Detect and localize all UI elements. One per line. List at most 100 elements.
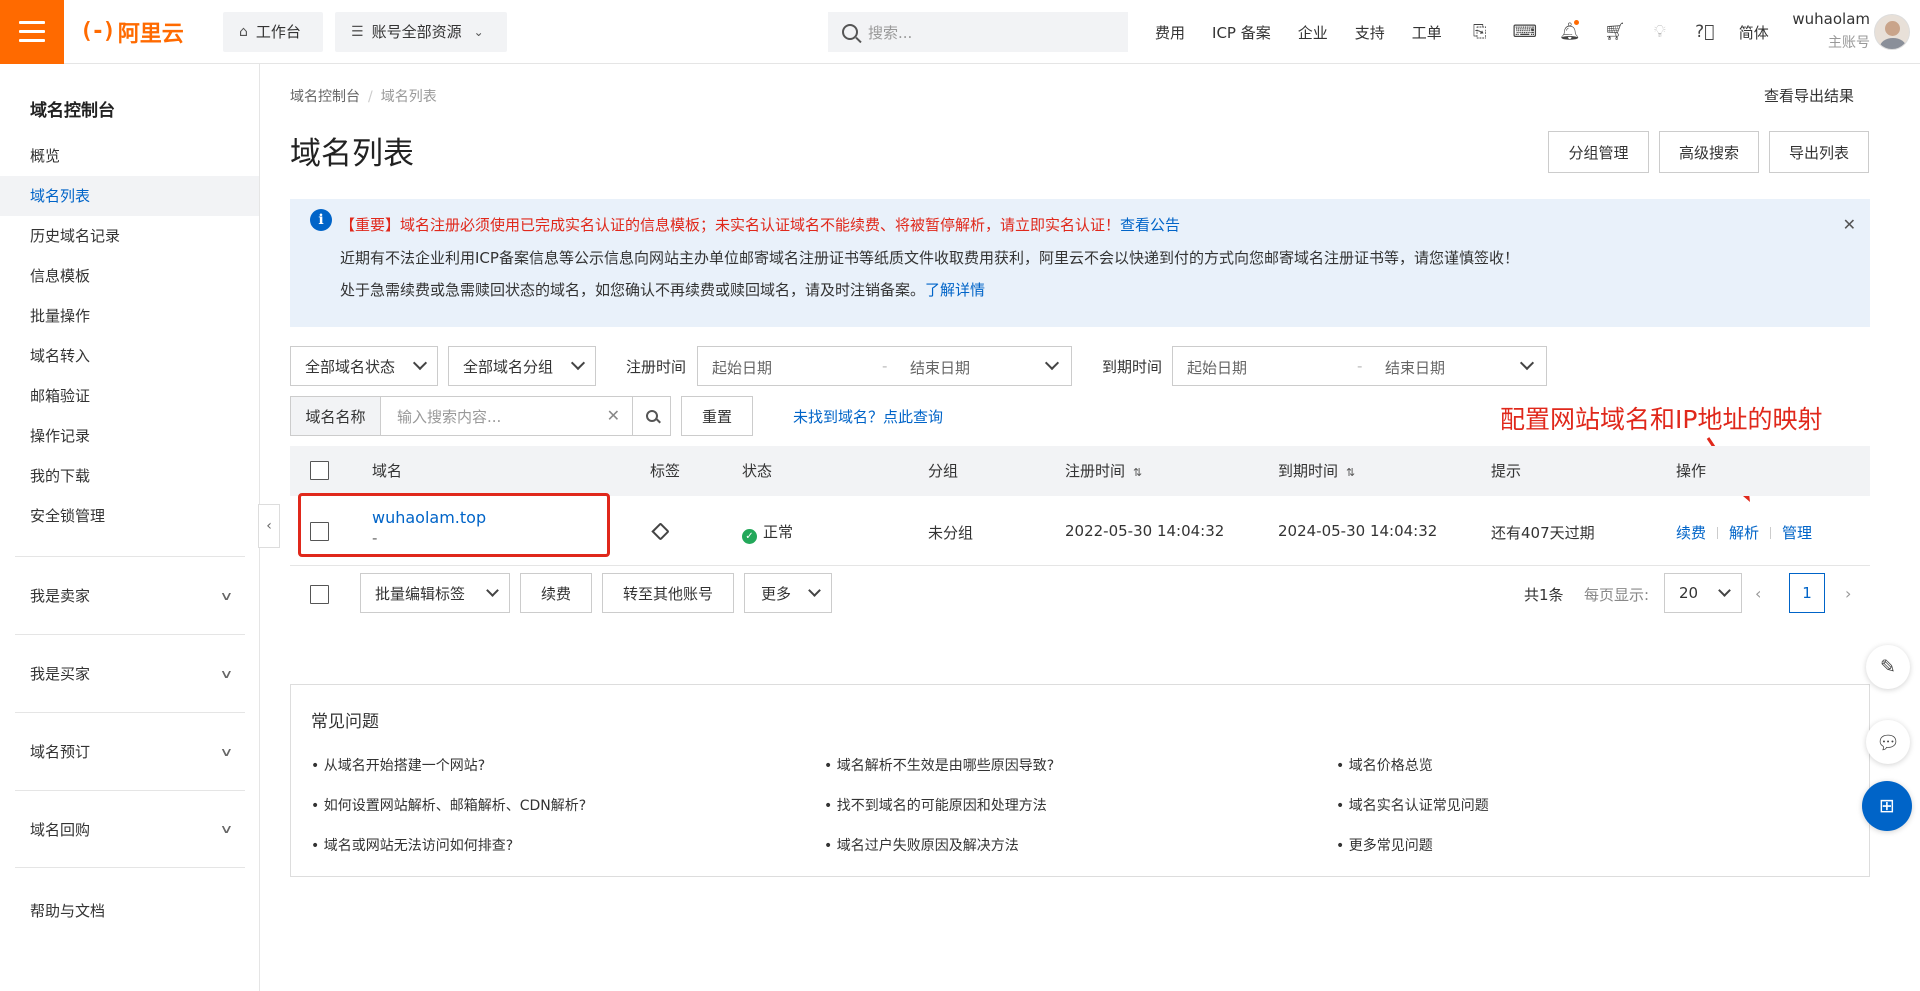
- sidebar-item-templates[interactable]: 信息模板: [0, 256, 259, 296]
- sidebar-item-downloads[interactable]: 我的下载: [0, 456, 259, 496]
- col-exp-time-label: 到期时间: [1278, 462, 1339, 480]
- notice-announcement-link[interactable]: 查看公告: [1120, 216, 1180, 234]
- reset-button[interactable]: 重置: [681, 396, 753, 436]
- col-tag: 标签: [650, 462, 681, 480]
- workbench-button[interactable]: ⌂ 工作台: [223, 11, 323, 52]
- faq-item[interactable]: • 域名解析不生效是由哪些原因导致?: [824, 755, 1054, 775]
- select-all-checkbox[interactable]: [310, 461, 329, 480]
- sidebar-item-history[interactable]: 历史域名记录: [0, 216, 259, 256]
- search-button[interactable]: [632, 397, 670, 435]
- batch-renew-button[interactable]: 续费: [520, 573, 592, 613]
- chat-icon[interactable]: 💬︎: [1866, 720, 1910, 764]
- faq-item[interactable]: • 如何设置网站解析、邮箱解析、CDN解析?: [311, 795, 586, 815]
- renew-link[interactable]: 续费: [1676, 524, 1706, 542]
- aliyun-logo[interactable]: (-) 阿里云: [80, 16, 200, 48]
- exp-date-range[interactable]: 起始日期 - 结束日期: [1172, 346, 1547, 386]
- breadcrumb-root[interactable]: 域名控制台: [290, 89, 360, 105]
- sidebar-item-transfer-in[interactable]: 域名转入: [0, 336, 259, 376]
- reg-range-sep: -: [882, 357, 888, 375]
- exp-end-date[interactable]: 结束日期: [1385, 357, 1445, 378]
- app-icon[interactable]: ⎘: [1469, 21, 1491, 43]
- sidebar-group-label: 域名预订: [30, 743, 91, 761]
- resource-scope-dropdown[interactable]: ☰ 账号全部资源 ⌄: [335, 11, 507, 52]
- export-result-link[interactable]: 查看导出结果: [1764, 85, 1854, 106]
- sidebar-group-buyback[interactable]: 域名回购 ∨: [15, 790, 245, 868]
- col-reg-time[interactable]: 注册时间 ⇅: [1065, 460, 1142, 481]
- faq-item[interactable]: • 域名或网站无法访问如何排查?: [311, 835, 513, 855]
- manage-link[interactable]: 管理: [1782, 524, 1812, 542]
- col-reg-time-label: 注册时间: [1065, 462, 1126, 480]
- nav-support[interactable]: 支持: [1355, 22, 1385, 43]
- exp-start-date[interactable]: 起始日期: [1187, 357, 1247, 378]
- group-manage-button[interactable]: 分组管理: [1548, 131, 1649, 173]
- terminal-icon[interactable]: ⌨: [1513, 21, 1538, 43]
- advanced-search-button[interactable]: 高级搜索: [1659, 131, 1759, 173]
- domain-not-found-link[interactable]: 未找到域名？点此查询: [793, 406, 943, 427]
- search-field-select[interactable]: 域名名称: [291, 397, 381, 435]
- domain-search-input[interactable]: 输入搜索内容... ✕: [381, 397, 632, 435]
- sidebar-collapse-button[interactable]: ‹: [258, 504, 280, 548]
- nav-icp[interactable]: ICP 备案: [1212, 22, 1271, 43]
- batch-tag-select[interactable]: 批量编辑标签: [360, 573, 510, 613]
- avatar[interactable]: [1874, 14, 1910, 50]
- sidebar-item-overview[interactable]: 概览: [0, 136, 259, 176]
- sidebar-item-security-lock[interactable]: 安全锁管理: [0, 496, 259, 536]
- sidebar-group-reserve[interactable]: 域名预订 ∨: [15, 712, 245, 790]
- tag-icon[interactable]: [651, 522, 670, 541]
- reg-date-range[interactable]: 起始日期 - 结束日期: [697, 346, 1072, 386]
- global-search-input[interactable]: 搜索...: [828, 12, 1128, 52]
- edit-feedback-icon[interactable]: ✎: [1866, 645, 1910, 689]
- nav-enterprise[interactable]: 企业: [1298, 22, 1328, 43]
- bottom-select-all-checkbox[interactable]: [310, 585, 329, 604]
- faq-item[interactable]: • 更多常见问题: [1336, 835, 1433, 855]
- export-list-button[interactable]: 导出列表: [1769, 131, 1869, 173]
- sidebar-item-op-log[interactable]: 操作记录: [0, 416, 259, 456]
- sidebar-item-domain-list[interactable]: 域名列表: [0, 176, 259, 216]
- page-size-select[interactable]: 20: [1664, 573, 1742, 613]
- notice-banner: i 【重要】域名注册必须使用已完成实名认证的信息模板；未实名认证域名不能续费、将…: [290, 199, 1870, 327]
- faq-item[interactable]: • 域名过户失败原因及解决方法: [824, 835, 1019, 855]
- user-info[interactable]: wuhaolam 主账号: [1790, 10, 1870, 52]
- sidebar-group-buyer[interactable]: 我是买家 ∨: [15, 634, 245, 712]
- domain-status-select[interactable]: 全部域名状态: [290, 346, 438, 386]
- notice-learn-more-link[interactable]: 了解详情: [925, 281, 985, 299]
- bell-icon[interactable]: 🔔︎: [1559, 20, 1581, 43]
- chevron-down-icon: [570, 355, 586, 371]
- page-size-value: 20: [1679, 584, 1699, 602]
- help-icon[interactable]: ?⃝: [1694, 21, 1716, 43]
- pagination-total: 共1条: [1524, 586, 1564, 604]
- faq-item[interactable]: • 域名价格总览: [1336, 755, 1433, 775]
- transfer-account-button[interactable]: 转至其他账号: [602, 573, 734, 613]
- sidebar-help-docs[interactable]: 帮助与文档: [30, 900, 105, 921]
- page-number-current[interactable]: 1: [1789, 573, 1825, 613]
- chevron-down-icon: [1519, 355, 1535, 371]
- reg-time-cell: 2022-05-30 14:04:32: [1065, 522, 1225, 540]
- col-exp-time[interactable]: 到期时间 ⇅: [1278, 460, 1355, 481]
- nav-ticket[interactable]: 工单: [1412, 22, 1442, 43]
- cart-icon[interactable]: 🛒︎: [1604, 21, 1626, 43]
- apps-grid-icon[interactable]: ⊞: [1862, 781, 1912, 831]
- hamburger-menu-button[interactable]: [0, 0, 64, 64]
- close-icon[interactable]: ✕: [1843, 215, 1856, 234]
- faq-item[interactable]: • 域名实名认证常见问题: [1336, 795, 1489, 815]
- faq-item[interactable]: • 找不到域名的可能原因和处理方法: [824, 795, 1047, 815]
- col-actions: 操作: [1676, 462, 1707, 480]
- nav-fees[interactable]: 费用: [1155, 22, 1185, 43]
- dns-resolve-link[interactable]: 解析: [1729, 524, 1759, 542]
- clear-icon[interactable]: ✕: [607, 406, 620, 425]
- more-actions-select[interactable]: 更多: [744, 573, 832, 613]
- domain-group-select[interactable]: 全部域名分组: [448, 346, 596, 386]
- notice-line-2: 近期有不法企业利用ICP备案信息等公示信息向网站主办单位邮寄域名注册证书等纸质文…: [340, 249, 1519, 267]
- language-switch[interactable]: 简体: [1739, 22, 1769, 43]
- sidebar: 域名控制台 概览 域名列表 历史域名记录 信息模板 批量操作 域名转入 邮箱验证…: [0, 64, 260, 991]
- notice-line-3: 处于急需续费或急需赎回状态的域名，如您确认不再续费或赎回域名，请及时注销备案。了…: [340, 279, 985, 300]
- sidebar-item-email-verify[interactable]: 邮箱验证: [0, 376, 259, 416]
- reg-end-date[interactable]: 结束日期: [910, 357, 970, 378]
- faq-item[interactable]: • 从域名开始搭建一个网站?: [311, 755, 485, 775]
- next-page-icon[interactable]: ›: [1845, 584, 1851, 603]
- lightbulb-icon[interactable]: 💡︎: [1649, 21, 1671, 43]
- sidebar-item-batch[interactable]: 批量操作: [0, 296, 259, 336]
- prev-page-icon[interactable]: ‹: [1755, 584, 1761, 603]
- reg-start-date[interactable]: 起始日期: [712, 357, 772, 378]
- sidebar-group-seller[interactable]: 我是卖家 ∨: [15, 556, 245, 634]
